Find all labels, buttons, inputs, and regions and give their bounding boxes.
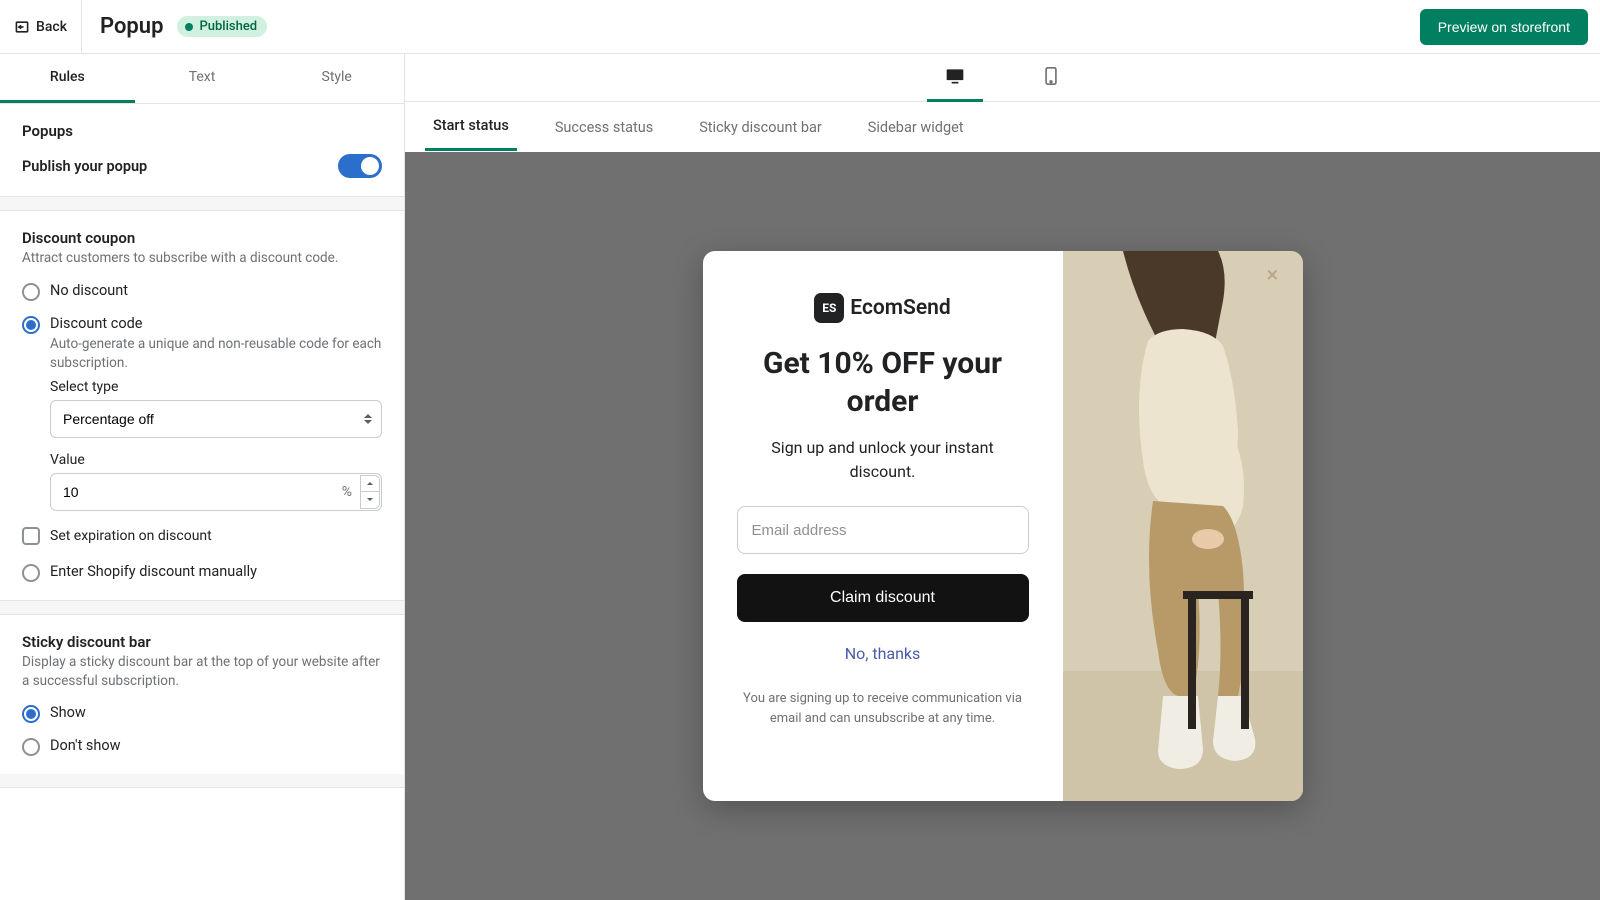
publish-toggle[interactable]: [338, 154, 382, 178]
desktop-icon: [945, 67, 965, 85]
radio-manual-label: Enter Shopify discount manually: [50, 563, 257, 580]
back-button[interactable]: Back: [0, 0, 82, 54]
checkbox-icon: [22, 527, 40, 545]
radio-hide-label: Don't show: [50, 737, 121, 754]
radio-icon: [22, 564, 40, 582]
preview-storefront-button[interactable]: Preview on storefront: [1420, 9, 1588, 45]
popup-image: ×: [1063, 251, 1303, 801]
state-tab-start[interactable]: Start status: [425, 103, 517, 151]
spinner-down-button[interactable]: [360, 492, 380, 509]
expiration-label: Set expiration on discount: [50, 528, 212, 544]
model-illustration: [1063, 251, 1303, 801]
radio-discount-code[interactable]: Discount code Auto-generate a unique and…: [22, 315, 382, 373]
section-divider: [0, 774, 404, 788]
discount-value-input[interactable]: [50, 473, 382, 511]
page-title: Popup: [100, 14, 163, 39]
radio-sticky-show[interactable]: Show: [22, 704, 382, 723]
value-label: Value: [50, 452, 382, 468]
status-badge-label: Published: [199, 19, 257, 34]
sidebar-tabs: Rules Text Style: [0, 54, 404, 104]
back-label: Back: [36, 19, 67, 35]
preview-canvas: ES EcomSend Get 10% OFF your order Sign …: [405, 152, 1600, 900]
device-mobile-button[interactable]: [1023, 54, 1079, 102]
preview-area: Start status Success status Sticky disco…: [405, 54, 1600, 900]
popup-brand: ES EcomSend: [814, 293, 950, 323]
number-spinner: [360, 475, 380, 509]
no-thanks-link[interactable]: No, thanks: [845, 644, 921, 663]
value-unit: %: [342, 484, 352, 500]
radio-manual-discount[interactable]: Enter Shopify discount manually: [22, 563, 382, 582]
section-divider: [0, 601, 404, 615]
mobile-icon: [1041, 67, 1061, 85]
expiration-checkbox-row[interactable]: Set expiration on discount: [22, 527, 382, 545]
device-desktop-button[interactable]: [927, 54, 983, 102]
preview-state-tabs: Start status Success status Sticky disco…: [405, 102, 1600, 152]
email-field[interactable]: [737, 506, 1029, 554]
radio-show-label: Show: [50, 704, 86, 721]
status-dot-icon: [185, 23, 193, 31]
popups-section: Popups Publish your popup: [0, 104, 404, 197]
status-badge: Published: [177, 16, 267, 37]
radio-icon: [22, 316, 40, 334]
brand-name: EcomSend: [850, 296, 950, 320]
publish-popup-label: Publish your popup: [22, 158, 147, 175]
claim-discount-button[interactable]: Claim discount: [737, 574, 1029, 622]
state-tab-sidebar[interactable]: Sidebar widget: [860, 105, 972, 150]
discount-section: Discount coupon Attract customers to sub…: [0, 211, 404, 601]
brand-logo-icon: ES: [814, 293, 844, 323]
tab-style[interactable]: Style: [269, 54, 404, 103]
popup-content: ES EcomSend Get 10% OFF your order Sign …: [703, 251, 1063, 801]
popups-heading: Popups: [22, 122, 382, 140]
top-bar: Back Popup Published Preview on storefro…: [0, 0, 1600, 54]
radio-discount-code-desc: Auto-generate a unique and non-reusable …: [50, 335, 382, 373]
popup-preview: ES EcomSend Get 10% OFF your order Sign …: [703, 251, 1303, 801]
radio-icon: [22, 738, 40, 756]
spinner-up-button[interactable]: [360, 475, 380, 493]
settings-sidebar: Rules Text Style Popups Publish your pop…: [0, 54, 405, 900]
sticky-heading: Sticky discount bar: [22, 633, 382, 651]
tab-text[interactable]: Text: [135, 54, 270, 103]
discount-value-field: Value %: [50, 452, 382, 511]
radio-icon: [22, 705, 40, 723]
radio-icon: [22, 283, 40, 301]
sticky-section: Sticky discount bar Display a sticky dis…: [0, 615, 404, 775]
state-tab-sticky[interactable]: Sticky discount bar: [691, 105, 830, 150]
radio-no-discount-label: No discount: [50, 282, 128, 299]
popup-heading: Get 10% OFF your order: [737, 345, 1029, 420]
sidebar-scroll[interactable]: Popups Publish your popup Discount coupo…: [0, 104, 404, 900]
discount-type-field: Select type Percentage off: [50, 379, 382, 438]
close-icon[interactable]: ×: [1267, 265, 1289, 287]
state-tab-success[interactable]: Success status: [547, 105, 661, 150]
radio-no-discount[interactable]: No discount: [22, 282, 382, 301]
discount-heading: Discount coupon: [22, 229, 382, 247]
sticky-sub: Display a sticky discount bar at the top…: [22, 653, 382, 691]
back-icon: [14, 19, 30, 35]
section-divider: [0, 197, 404, 211]
device-switcher: [405, 54, 1600, 102]
popup-subheading: Sign up and unlock your instant discount…: [737, 436, 1029, 484]
radio-discount-code-label: Discount code: [50, 315, 382, 332]
discount-sub: Attract customers to subscribe with a di…: [22, 249, 382, 268]
select-type-label: Select type: [50, 379, 382, 395]
popup-legal-text: You are signing up to receive communicat…: [737, 689, 1029, 728]
discount-type-select[interactable]: Percentage off: [50, 400, 382, 438]
radio-sticky-hide[interactable]: Don't show: [22, 737, 382, 756]
tab-rules[interactable]: Rules: [0, 54, 135, 103]
